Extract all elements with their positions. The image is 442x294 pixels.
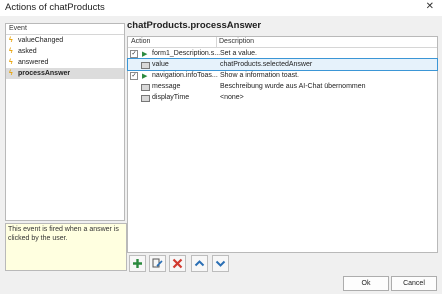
action-description: Set a value.	[220, 50, 257, 57]
actions-heading: chatProducts.processAnswer	[127, 20, 262, 31]
column-header-description: Description	[216, 37, 254, 47]
action-row[interactable]: ✓ ▶ form1_Description.s... Set a value.	[128, 48, 437, 59]
ok-button[interactable]: Ok	[343, 276, 389, 291]
event-description: This event is fired when a answer is cli…	[5, 223, 127, 271]
lightning-icon: ϟ	[9, 48, 13, 55]
lightning-icon: ϟ	[9, 59, 13, 66]
window-title: Actions of chatProducts	[5, 2, 105, 13]
add-button[interactable]	[129, 255, 146, 272]
parameter-name: value	[152, 61, 169, 68]
action-name: navigation.infoToas...	[152, 72, 218, 79]
parameter-name: message	[152, 83, 181, 90]
up-arrow-icon	[194, 260, 205, 267]
actions-grid: Action Description ✓ ▶ form1_Description…	[127, 36, 438, 253]
event-header: Event	[6, 24, 124, 35]
parameter-icon	[141, 62, 150, 69]
event-item-processanswer[interactable]: ϟ processAnswer	[6, 68, 124, 79]
event-label: answered	[18, 59, 49, 66]
cancel-button[interactable]: Cancel	[391, 276, 437, 291]
add-icon	[133, 259, 142, 268]
close-icon[interactable]: ✕	[426, 1, 434, 12]
title-bar: Actions of chatProducts ✕	[0, 0, 442, 16]
event-item-valuechanged[interactable]: ϟ valueChanged	[6, 35, 124, 46]
parameter-name: displayTime	[152, 94, 190, 101]
event-item-asked[interactable]: ϟ asked	[6, 46, 124, 57]
action-description: Show a information toast.	[220, 72, 299, 79]
event-list: Event ϟ valueChanged ϟ asked ϟ answered ϟ pr…	[5, 23, 125, 221]
parameter-value[interactable]: Beschreibung wurde aus AI-Chat übernomme…	[220, 81, 366, 92]
parameter-icon	[141, 84, 150, 91]
edit-icon	[152, 258, 163, 268]
delete-button[interactable]	[169, 255, 186, 272]
parameter-icon	[141, 95, 150, 102]
parameter-row[interactable]: message Beschreibung wurde aus AI-Chat ü…	[128, 81, 437, 92]
lightning-icon: ϟ	[9, 37, 13, 44]
edit-button[interactable]	[149, 255, 166, 272]
parameter-row[interactable]: value chatProducts.selectedAnswer	[127, 58, 438, 71]
action-row[interactable]: ✓ ▶ navigation.infoToas... Show a inform…	[128, 70, 437, 81]
event-label: asked	[18, 48, 37, 55]
delete-icon	[172, 258, 183, 269]
parameter-value[interactable]: chatProducts.selectedAnswer	[220, 59, 312, 70]
event-item-answered[interactable]: ϟ answered	[6, 57, 124, 68]
event-label: processAnswer	[18, 70, 71, 77]
action-name: form1_Description.s...	[152, 50, 221, 57]
enabled-checkbox[interactable]: ✓	[130, 50, 138, 58]
event-label: valueChanged	[18, 37, 64, 44]
parameter-value[interactable]: <none>	[220, 92, 244, 103]
down-arrow-icon	[215, 260, 226, 267]
column-header-action: Action	[131, 38, 151, 45]
enabled-checkbox[interactable]: ✓	[130, 72, 138, 80]
parameter-row[interactable]: displayTime <none>	[128, 92, 437, 103]
lightning-icon: ϟ	[9, 70, 13, 77]
move-up-button[interactable]	[191, 255, 208, 272]
actions-grid-header: Action Description	[128, 37, 437, 48]
move-down-button[interactable]	[212, 255, 229, 272]
